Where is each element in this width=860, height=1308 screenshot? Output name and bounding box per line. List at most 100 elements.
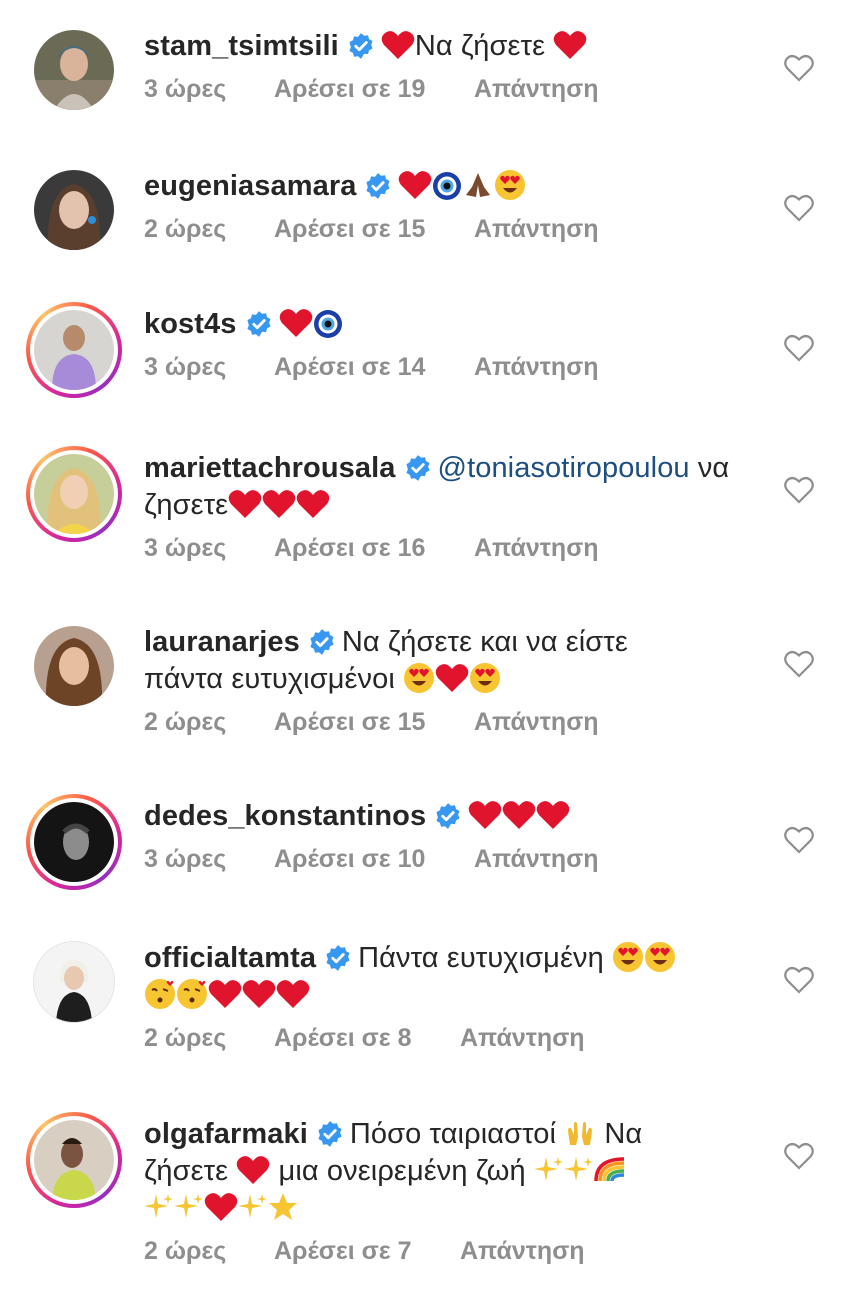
avatar-story-ring[interactable] [26, 446, 122, 542]
username[interactable]: officialtamta [144, 942, 316, 974]
reply-button[interactable]: Απάντηση [474, 75, 599, 104]
comment-body: olgafarmaki Πόσο ταιριαστοί Να ζήσετε μια… [144, 1116, 760, 1266]
reply-button[interactable]: Απάντηση [474, 845, 599, 874]
avatar-image [34, 626, 114, 706]
comment-message-line2: πάντα ευτυχισμένοι [144, 663, 395, 695]
comment-body: dedes_konstantinos 3 ώρες Αρέσει σε 10 Α… [144, 798, 760, 874]
heart-outline-icon[interactable] [784, 650, 814, 678]
reply-button[interactable]: Απάντηση [474, 215, 599, 244]
verified-badge-icon [326, 945, 350, 971]
username[interactable]: lauranarjes [144, 626, 300, 658]
sparkles-emoji [144, 1194, 173, 1218]
verified-badge-icon [349, 33, 373, 59]
heart-eyes-emoji [470, 663, 501, 693]
username[interactable]: stam_tsimtsili [144, 30, 339, 62]
red-heart-emoji [468, 801, 502, 829]
red-heart-emoji [204, 1193, 238, 1221]
comment-time: 2 ώρες [144, 1024, 227, 1052]
red-heart-emoji [381, 31, 415, 59]
comment-likes[interactable]: Αρέσει σε 10 [274, 845, 474, 874]
comment-meta: 2 ώρες Αρέσει σε 7 Απάντηση [144, 1237, 760, 1266]
reply-button[interactable]: Απάντηση [460, 1237, 585, 1266]
comment-meta: 2 ώρες Αρέσει σε 8 Απάντηση [144, 1024, 760, 1053]
avatar-story-ring[interactable] [26, 1112, 122, 1208]
heart-outline-icon[interactable] [784, 334, 814, 362]
avatar-image [34, 30, 114, 110]
avatar-story-ring[interactable] [26, 794, 122, 890]
comment-text: kost4s [144, 306, 760, 343]
comments-list: stam_tsimtsili Να ζήσετε 3 ώρες Αρέσει σε… [0, 0, 860, 1308]
heart-eyes-emoji [645, 942, 676, 972]
comment-message: Να ζήσετε [414, 30, 546, 62]
username[interactable]: mariettachrousala [144, 452, 396, 484]
comment-meta: 2 ώρες Αρέσει σε 15 Απάντηση [144, 708, 760, 737]
comment-likes[interactable]: Αρέσει σε 19 [274, 75, 474, 104]
comment-likes[interactable]: Αρέσει σε 8 [274, 1024, 460, 1053]
comment-body: stam_tsimtsili Να ζήσετε 3 ώρες Αρέσει σε… [144, 28, 760, 104]
comment-text: eugeniasamara [144, 168, 760, 205]
comment-message-line2: ζήσετε [144, 1155, 229, 1187]
comment-likes[interactable]: Αρέσει σε 7 [274, 1237, 460, 1266]
avatar[interactable] [32, 168, 116, 252]
comment-body: eugeniasamara 2 ώρες Αρέσει σε 15 Απάντη… [144, 168, 760, 244]
red-heart-emoji [237, 1156, 270, 1184]
comment-text: dedes_konstantinos [144, 798, 760, 835]
red-heart-emoji [276, 980, 310, 1008]
username[interactable]: olgafarmaki [144, 1118, 308, 1150]
evil-eye-emoji [433, 172, 462, 200]
reply-button[interactable]: Απάντηση [460, 1024, 585, 1053]
kissing-heart-emoji [177, 979, 207, 1009]
comment-meta: 3 ώρες Αρέσει σε 10 Απάντηση [144, 845, 760, 874]
comment-text: mariettachrousala @toniasotiropoulou να ζ… [144, 450, 760, 524]
verified-badge-icon [246, 311, 271, 337]
reply-button[interactable]: Απάντηση [474, 353, 599, 382]
heart-eyes-emoji [495, 170, 526, 200]
comment-text: stam_tsimtsili Να ζήσετε [144, 28, 760, 65]
raising-hands-emoji [568, 1122, 593, 1145]
avatar-image [34, 170, 114, 250]
verified-badge-icon [310, 629, 334, 655]
heart-outline-icon[interactable] [784, 1142, 814, 1170]
reply-button[interactable]: Απάντηση [474, 708, 599, 737]
avatar[interactable] [32, 28, 116, 112]
red-heart-emoji [228, 490, 262, 518]
heart-outline-icon[interactable] [784, 54, 814, 82]
verified-badge-icon [318, 1121, 342, 1147]
comment-body: officialtamta Πάντα ευτυχισμένη 2 ώρες Αρ… [144, 940, 760, 1053]
comment-time: 3 ώρες [144, 845, 227, 873]
comment-text: olgafarmaki Πόσο ταιριαστοί Να ζήσετε μια… [144, 1116, 760, 1227]
avatar-story-ring[interactable] [26, 302, 122, 398]
heart-outline-icon[interactable] [784, 826, 814, 854]
sparkles-emoji [238, 1194, 267, 1218]
comment-message-line2: ζησετε [144, 489, 229, 521]
red-heart-emoji [554, 31, 587, 59]
comment-likes[interactable]: Αρέσει σε 16 [274, 534, 474, 563]
star-emoji [269, 1193, 297, 1220]
comment-time: 3 ώρες [144, 534, 227, 562]
heart-outline-icon[interactable] [784, 194, 814, 222]
comment-text: lauranarjes Να ζήσετε και να είστε πάντα … [144, 624, 760, 698]
comment-message-line2b: μια ονειρεμένη ζωή [278, 1155, 526, 1187]
comment-likes[interactable]: Αρέσει σε 14 [274, 353, 474, 382]
red-heart-emoji [279, 309, 312, 337]
comment-text: officialtamta Πάντα ευτυχισμένη [144, 940, 760, 1014]
comment-likes[interactable]: Αρέσει σε 15 [274, 215, 474, 244]
mention-link[interactable]: @toniasotiropoulou [438, 452, 690, 484]
avatar-image [33, 941, 115, 1023]
red-heart-emoji [536, 801, 570, 829]
username[interactable]: dedes_konstantinos [144, 800, 426, 832]
evil-eye-emoji [313, 310, 342, 338]
reply-button[interactable]: Απάντηση [474, 534, 599, 563]
verified-badge-icon [405, 455, 430, 481]
sparkles-emoji [563, 1157, 593, 1181]
comment-time: 2 ώρες [144, 215, 227, 243]
pray-emoji [466, 173, 491, 197]
username[interactable]: kost4s [144, 308, 237, 340]
red-heart-emoji [399, 171, 432, 199]
heart-outline-icon[interactable] [784, 476, 814, 504]
heart-outline-icon[interactable] [784, 966, 814, 994]
avatar[interactable] [32, 940, 116, 1024]
username[interactable]: eugeniasamara [144, 170, 356, 202]
avatar[interactable] [32, 624, 116, 708]
comment-likes[interactable]: Αρέσει σε 15 [274, 708, 474, 737]
